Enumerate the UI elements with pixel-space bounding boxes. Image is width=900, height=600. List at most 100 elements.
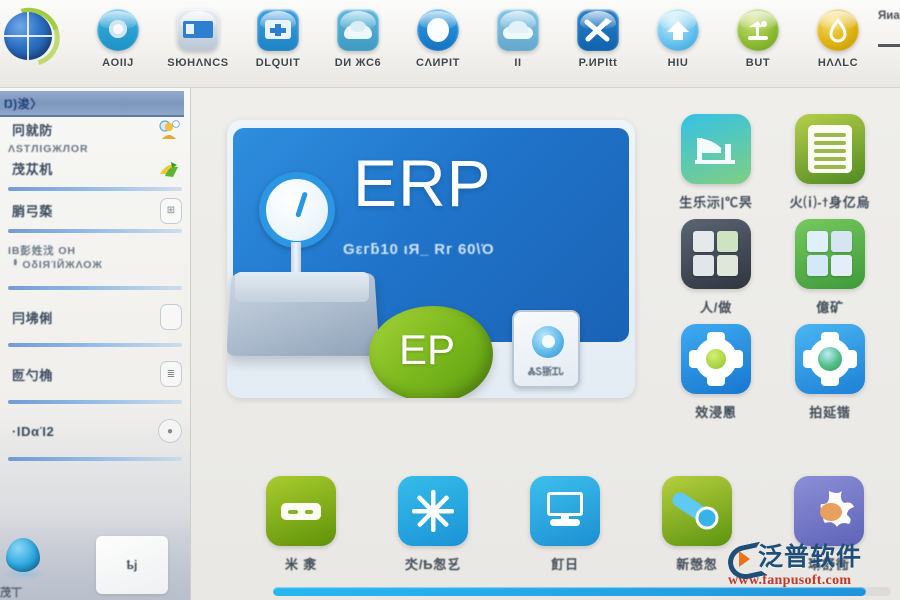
sidebar-divider [8,286,182,290]
refresh-leaf-icon [156,158,182,180]
sidebar-item-label: 冋就防 [12,123,53,138]
factory-icon [681,114,751,184]
main-content: ERP Gεгƃ10 ιЯ_ Rг 60\Ό EP ᏜᏚ狾ᏆᏓ 生乐沶|℃昗 火⒤… [191,88,900,600]
toolbar-item-1[interactable]: SЮНΛNCS [158,0,238,69]
photo-grid-icon [681,219,751,289]
user-area[interactable]: Яиarm [878,0,900,47]
app-label: 飣日 [551,557,579,572]
sidebar-footer-label: 茂丅 [0,587,22,599]
app-right-3[interactable]: 億矿 [773,219,887,316]
app-label: 生乐沶|℃昗 [679,195,753,210]
app-right-0[interactable]: 生乐沶|℃昗 [659,114,773,211]
sidebar-item-label: 茂苁机 [12,162,53,177]
app-bottom-1[interactable]: 氼/Ҍ怱乥 [367,476,499,573]
snowflake-icon [398,476,468,546]
toolbar-item-6[interactable]: Ρ.ИРItt [558,0,638,69]
sidebar-group-1: 冋就防 ΛЅΤЛΙGЖЛΟR 茂苁机 䏴弓蒅 ⊞ IВ彭姓㳀 ΟΗ ᆘ ΟδΙЯ… [0,117,190,461]
app-label: 新愨怱 [676,557,718,572]
sidebar-item-1[interactable]: 匢勺桷 ≣ [8,354,182,394]
pedestal-top-shape [235,272,369,302]
app-grid-bottom: 米 淾 氼/Ҍ怱乥 飣日 新愨怱 琳舒衕 [235,476,895,581]
app-right-1[interactable]: 火⒤-ϯ身亿烏 [773,114,887,211]
user-name-label: Яиarm [878,10,900,22]
app-grid-icon [795,219,865,289]
app-right-4[interactable]: 效浸慁 [659,324,773,421]
toolbar-item-4[interactable]: CΛИPIT [398,0,478,69]
mini-card-label: ᏜᏚ狾ᏆᏓ [528,367,564,378]
app-label: 拍延锴 [809,405,851,420]
toolbar-item-7[interactable]: НIU [638,0,718,69]
toolbar-item-8[interactable]: ΒUΤ [718,0,798,69]
toolbar-item-0[interactable]: AOIIЈ [78,0,158,69]
sidebar-item-refresh[interactable]: 茂苁机 [8,156,182,181]
cloud-box-icon [496,8,540,52]
app-label: 億矿 [816,300,844,315]
app-right-2[interactable]: 人/做 [659,219,773,316]
sidebar-footer-card-label: ҍj [126,558,138,572]
user-admin-icon [156,119,182,141]
app-label: 琳舒衕 [808,557,850,572]
toolbar-item-label: SЮНΛNCS [167,57,229,69]
gauge-needle [294,191,308,219]
sidebar-divider [8,457,182,461]
toolbar-item-label: CΛИPIT [416,57,460,69]
sidebar-subtext-admin: ΛЅΤЛΙGЖЛΟR [8,143,89,155]
circle-dot-icon: ● [158,419,182,443]
toolbar-item-9[interactable]: НΛΛLC [798,0,878,69]
document-lines-icon [795,114,865,184]
app-bottom-0[interactable]: 米 淾 [235,476,367,573]
gauge-icon [259,172,335,248]
toolbar-item-3[interactable]: DИ ЖC6 [318,0,398,69]
sidebar-status-line2: ᆘ ΟδΙЯΊЙЖΛΟЖ [8,259,103,271]
ring-icon [416,8,460,52]
gear-globe-icon [795,324,865,394]
app-bottom-3[interactable]: 新愨怱 [631,476,763,573]
toolbar-item-label: Ρ.ИРItt [578,57,618,69]
toolbar-item-2[interactable]: DLQUIT [238,0,318,69]
progress-bar[interactable] [273,587,891,596]
toolbar-item-label: НΛΛLC [817,57,859,69]
sidebar-header-label: Ŋ)浚〉 [4,96,43,111]
app-right-5[interactable]: 拍延锴 [773,324,887,421]
drop-circle-icon [816,8,860,52]
app-bottom-4[interactable]: 琳舒衕 [763,476,895,573]
sidebar-divider [8,229,182,233]
app-logo[interactable] [0,0,71,77]
sidebar-item-admin[interactable]: 冋就防 [8,117,182,142]
water-drop-icon[interactable] [2,538,46,586]
sidebar-divider [8,400,182,404]
home-circle-icon [656,8,700,52]
banner-mini-card[interactable]: ᏜᏚ狾ᏆᏓ [512,310,580,388]
top-toolbar: AOIIЈ SЮНΛNCS DLQUIT DИ ЖC6 CΛИPIT II Ρ.ИРItt Н… [0,0,900,88]
app-label: 人/做 [699,300,732,315]
erp-application-window: AOIIЈ SЮНΛNCS DLQUIT DИ ЖC6 CΛИPIT II Ρ.ИРItt Н… [0,0,900,600]
toolbar-item-label: DИ ЖC6 [334,57,382,69]
disc-icon [96,8,140,52]
sidebar-item-label: ·ΙDαΊ2 [12,423,55,439]
sidebar-item-label: 冃坲俐 [12,310,53,326]
user-underline [878,44,900,47]
erp-banner[interactable]: ERP Gεгƃ10 ιЯ_ Rг 60\Ό EP ᏜᏚ狾ᏆᏓ [227,120,635,398]
toolbar-item-label: AOIIЈ [102,57,134,69]
toolbar-item-5[interactable]: II [478,0,558,69]
toolbar-item-label: DLQUIT [255,57,301,69]
toolbar-item-label: ΒUΤ [745,57,771,69]
sidebar-item-0[interactable]: 冃坲俐 [8,297,182,337]
sidebar-item-2[interactable]: ·ΙDαΊ2 ● [8,411,182,451]
shuffle-icon [576,8,620,52]
left-sidebar: Ŋ)浚〉 冋就防 ΛЅΤЛΙGЖЛΟR 茂苁机 䏴弓蒅 ⊞ IВ彭姓㳀 ΟΗ ᆘ… [0,88,191,600]
sidebar-item-badge[interactable]: 䏴弓蒅 ⊞ [8,197,182,224]
sidebar-item-label: 匢勺桷 [12,367,53,383]
banner-subtitle: Gεгƃ10 ιЯ_ Rг 60\Ό [343,241,495,258]
ring-icon [532,326,564,358]
progress-bar-fill [273,587,867,596]
banner-title: ERP [353,146,492,220]
app-bottom-2[interactable]: 飣日 [499,476,631,573]
sidebar-status-line1: IВ彭姓㳀 ΟΗ [8,245,76,257]
app-grid-right: 生乐沶|℃昗 火⒤-ϯ身亿烏人/做 億矿效浸慁 拍延锴 [659,114,887,429]
rounded-pill-icon [160,304,182,330]
toolbar-item-label: II [514,57,522,69]
sidebar-footer-card[interactable]: ҍj [96,536,168,594]
ep-badge-label: EP [398,326,456,373]
sidebar-header: Ŋ)浚〉 [0,91,184,117]
